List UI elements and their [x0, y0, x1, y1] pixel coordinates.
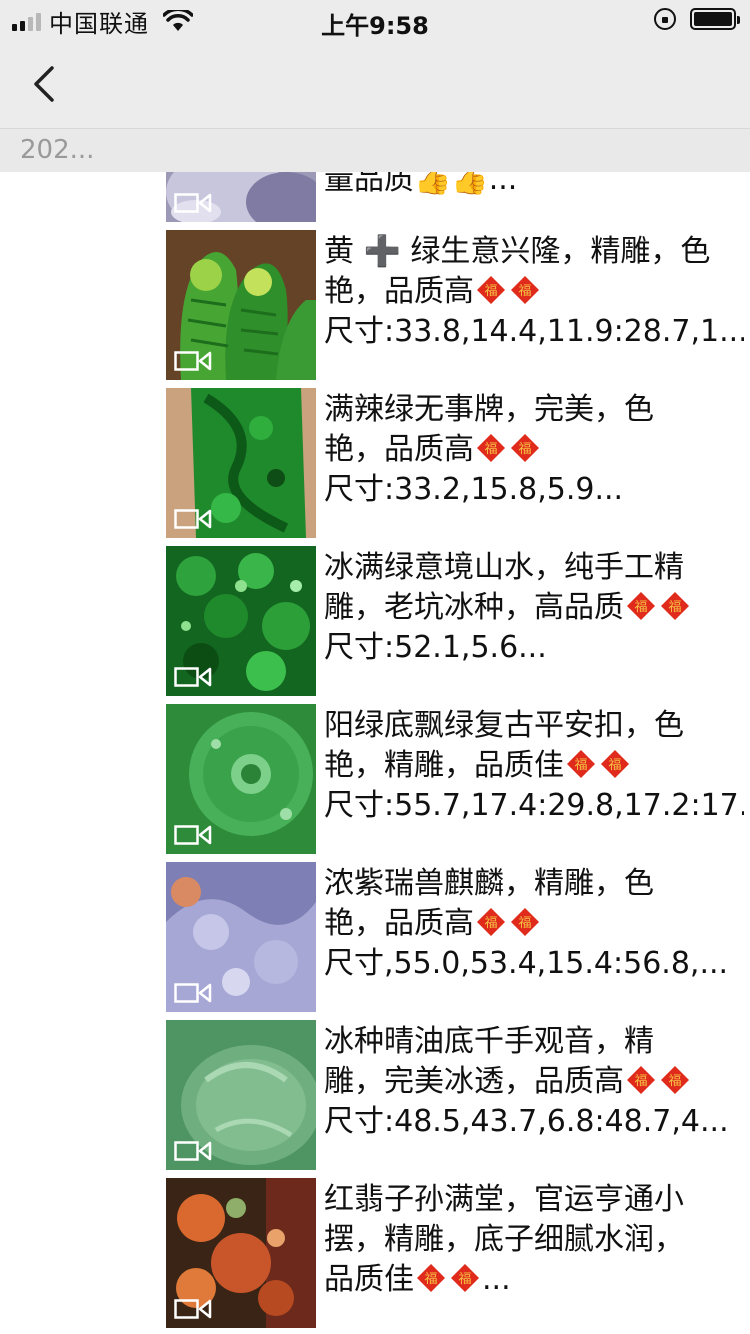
feed-item[interactable]: 红翡子孙满堂，官运亨通小 摆，精雕，底子细腻水润， 品质佳福福... — [166, 1178, 750, 1328]
video-icon — [174, 509, 212, 529]
thumbnail[interactable] — [166, 704, 316, 854]
svg-text:福: 福 — [608, 758, 621, 773]
svg-text:福: 福 — [518, 916, 531, 931]
caption-line: 尺寸:33.2,15.8,5.9... — [324, 472, 624, 507]
media-feed[interactable]: 量品质👍👍... 黄 ➕ 绿生意兴隆，精雕，色 艳，品质高福福 尺寸:33.8,… — [0, 172, 750, 1334]
item-caption: 满辣绿无事牌，完美，色 艳，品质高福福 尺寸:33.2,15.8,5.9... — [324, 390, 744, 510]
caption-line: 冰种晴油底千手观音，精 — [324, 1024, 654, 1059]
fu-diamond-icon: 福 — [661, 1066, 689, 1094]
fu-diamond-icon: 福 — [511, 908, 539, 936]
item-caption: 量品质👍👍... — [324, 172, 744, 200]
caption-line: 阳绿底飘绿复古平安扣，色 — [324, 708, 684, 743]
feed-item[interactable]: 冰种晴油底千手观音，精 雕，完美冰透，品质高福福 尺寸:48.5,43.7,6.… — [166, 1020, 750, 1170]
thumbnail[interactable] — [166, 388, 316, 538]
caption-line: 满辣绿无事牌，完美，色 — [324, 392, 654, 427]
feed-item[interactable]: 满辣绿无事牌，完美，色 艳，品质高福福 尺寸:33.2,15.8,5.9... — [166, 388, 750, 538]
caption-line: 尺寸:55.7,17.4:29.8,17.2:17... — [324, 788, 744, 823]
thumbnail[interactable] — [166, 1178, 316, 1328]
thumbnail[interactable] — [166, 862, 316, 1012]
svg-text:福: 福 — [518, 442, 531, 457]
caption-line: 艳，精雕，品质佳福福 — [324, 746, 744, 786]
caption-line: 尺寸:52.1,5.6... — [324, 630, 547, 665]
caption-line: 红翡子孙满堂，官运亨通小 — [324, 1182, 684, 1217]
svg-text:福: 福 — [634, 600, 647, 615]
status-time: 上午9:58 — [321, 12, 429, 40]
thumbnail[interactable] — [166, 1020, 316, 1170]
caption-line: 品质佳福福... — [324, 1262, 511, 1297]
thumbnail[interactable] — [166, 546, 316, 696]
caption-line: 黄 ➕ 绿生意兴隆，精雕，色 — [324, 234, 711, 269]
video-icon — [174, 1141, 212, 1161]
svg-text:福: 福 — [668, 1074, 681, 1089]
battery-icon — [690, 8, 740, 30]
item-caption: 冰种晴油底千手观音，精 雕，完美冰透，品质高福福 尺寸:48.5,43.7,6.… — [324, 1022, 744, 1142]
status-right — [654, 8, 740, 30]
fu-diamond-icon: 福 — [477, 276, 505, 304]
caption-line: 冰满绿意境山水，纯手工精 — [324, 550, 684, 585]
video-icon — [174, 983, 212, 1003]
fu-diamond-icon: 福 — [477, 434, 505, 462]
svg-text:福: 福 — [484, 442, 497, 457]
fu-diamond-icon: 福 — [661, 592, 689, 620]
caption-line: 艳，品质高福福 — [324, 272, 744, 312]
status-bar: 中国联通 上午9:58 — [0, 0, 750, 42]
caption-line: 尺寸,55.0,53.4,15.4:56.8,... — [324, 946, 729, 981]
caption-line: 雕，老坑冰种，高品质福福 — [324, 588, 744, 628]
fu-diamond-icon: 福 — [511, 276, 539, 304]
item-caption: 阳绿底飘绿复古平安扣，色 艳，精雕，品质佳福福 尺寸:55.7,17.4:29.… — [324, 706, 744, 826]
video-icon — [174, 351, 212, 371]
svg-text:福: 福 — [484, 284, 497, 299]
feed-item[interactable]: 黄 ➕ 绿生意兴隆，精雕，色 艳，品质高福福 尺寸:33.8,14.4,11.9… — [166, 230, 750, 380]
svg-text:福: 福 — [518, 284, 531, 299]
video-icon — [174, 1299, 212, 1319]
fu-diamond-icon: 福 — [567, 750, 595, 778]
caption-line: 尺寸:33.8,14.4,11.9:28.7,1... — [324, 314, 744, 349]
caption-line: 摆，精雕，底子细腻水润， — [324, 1222, 684, 1257]
feed-item[interactable]: 浓紫瑞兽麒麟，精雕，色 艳，品质高福福 尺寸,55.0,53.4,15.4:56… — [166, 862, 750, 1012]
caption-line: 雕，完美冰透，品质高福福 — [324, 1062, 744, 1102]
caption-line: 量品质👍👍... — [324, 172, 518, 197]
svg-text:福: 福 — [484, 916, 497, 931]
fu-diamond-icon: 福 — [417, 1264, 445, 1292]
fu-diamond-icon: 福 — [627, 1066, 655, 1094]
item-caption: 浓紫瑞兽麒麟，精雕，色 艳，品质高福福 尺寸,55.0,53.4,15.4:56… — [324, 864, 744, 984]
caption-line: 艳，品质高福福 — [324, 430, 744, 470]
video-icon — [174, 825, 212, 845]
fu-diamond-icon: 福 — [451, 1264, 479, 1292]
caption-line: 艳，品质高福福 — [324, 904, 744, 944]
caption-line: 尺寸:48.5,43.7,6.8:48.7,4... — [324, 1104, 729, 1139]
feed-item[interactable]: 冰满绿意境山水，纯手工精 雕，老坑冰种，高品质福福 尺寸:52.1,5.6... — [166, 546, 750, 696]
fu-diamond-icon: 福 — [477, 908, 505, 936]
chevron-left-icon[interactable] — [26, 62, 66, 106]
caption-line: 浓紫瑞兽麒麟，精雕，色 — [324, 866, 654, 901]
fu-diamond-icon: 福 — [511, 434, 539, 462]
thumbnail[interactable] — [166, 172, 316, 222]
video-icon — [174, 193, 212, 213]
date-label: 202... — [20, 135, 95, 165]
feed-item[interactable]: 量品质👍👍... — [166, 172, 750, 222]
svg-text:福: 福 — [634, 1074, 647, 1089]
nav-bar — [0, 42, 750, 128]
fu-diamond-icon: 福 — [627, 592, 655, 620]
svg-text:福: 福 — [424, 1272, 437, 1287]
svg-text:福: 福 — [574, 758, 587, 773]
item-caption: 黄 ➕ 绿生意兴隆，精雕，色 艳，品质高福福 尺寸:33.8,14.4,11.9… — [324, 232, 744, 352]
orientation-lock-icon — [654, 8, 676, 30]
feed-item[interactable]: 阳绿底飘绿复古平安扣，色 艳，精雕，品质佳福福 尺寸:55.7,17.4:29.… — [166, 704, 750, 854]
thumbnail[interactable] — [166, 230, 316, 380]
item-caption: 冰满绿意境山水，纯手工精 雕，老坑冰种，高品质福福 尺寸:52.1,5.6... — [324, 548, 744, 668]
date-header: 202... — [0, 128, 750, 172]
svg-text:福: 福 — [458, 1272, 471, 1287]
item-caption: 红翡子孙满堂，官运亨通小 摆，精雕，底子细腻水润， 品质佳福福... — [324, 1180, 744, 1300]
fu-diamond-icon: 福 — [601, 750, 629, 778]
video-icon — [174, 667, 212, 687]
svg-text:福: 福 — [668, 600, 681, 615]
